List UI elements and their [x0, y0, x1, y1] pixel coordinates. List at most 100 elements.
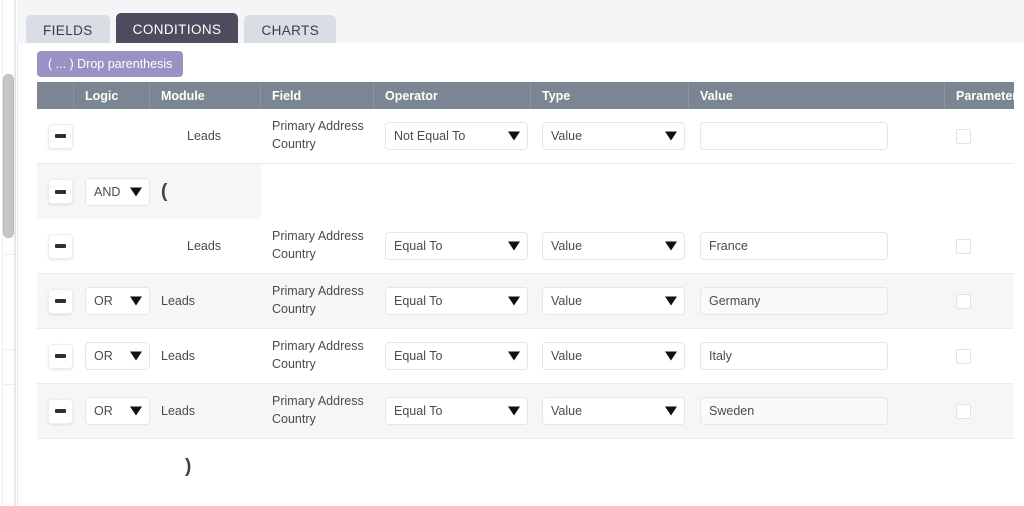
logic-select[interactable]: OR: [85, 287, 150, 315]
table-row-open-parenthesis: AND (: [37, 164, 1014, 219]
minus-icon: [55, 190, 66, 194]
row-module-cell: Leads: [150, 109, 261, 163]
row-parameter-cell: [945, 109, 1014, 163]
remove-group-button[interactable]: [48, 179, 73, 204]
module-label: Leads: [161, 404, 195, 418]
chevron-down-icon: [508, 297, 520, 306]
row-field-cell: Primary Address Country: [261, 329, 374, 383]
chevron-down-icon: [130, 187, 142, 196]
table-row: Leads Primary Address Country Not Equal …: [37, 109, 1014, 164]
drop-parenthesis-label: ( ... ) Drop parenthesis: [48, 57, 172, 71]
chevron-down-icon: [665, 407, 677, 416]
logic-select[interactable]: OR: [85, 397, 150, 425]
row-module-cell: Leads: [150, 219, 261, 273]
logic-value: OR: [94, 294, 113, 308]
row-field-cell: Primary Address Country: [261, 274, 374, 328]
operator-select[interactable]: Equal To: [385, 287, 528, 315]
value-input[interactable]: [700, 232, 888, 260]
row-logic-cell: OR: [74, 329, 150, 383]
row-value-cell: [689, 109, 945, 163]
header-action: [37, 82, 74, 109]
row-action-cell: [37, 219, 74, 273]
tab-fields-label: FIELDS: [43, 23, 93, 38]
minus-icon: [55, 244, 66, 248]
parameter-checkbox[interactable]: [956, 239, 971, 254]
logic-value: AND: [94, 185, 120, 199]
drop-parenthesis-button[interactable]: ( ... ) Drop parenthesis: [37, 51, 183, 77]
remove-condition-button[interactable]: [48, 234, 73, 259]
minus-icon: [55, 299, 66, 303]
row-module-cell: Leads: [150, 274, 261, 328]
table-row: OR Leads Primary Address Country Equal T…: [37, 384, 1014, 439]
operator-select[interactable]: Not Equal To: [385, 122, 528, 150]
header-type: Type: [531, 82, 689, 109]
row-logic-cell: OR: [74, 274, 150, 328]
header-module: Module: [150, 82, 261, 109]
operator-value: Equal To: [394, 239, 442, 253]
operator-select[interactable]: Equal To: [385, 397, 528, 425]
row-type-cell: Value: [531, 329, 689, 383]
module-label: Leads: [161, 294, 195, 308]
open-parenthesis-group: AND (: [37, 164, 261, 219]
field-label: Primary Address Country: [272, 118, 374, 154]
parameter-checkbox[interactable]: [956, 349, 971, 364]
table-row: Leads Primary Address Country Equal To V…: [37, 219, 1014, 274]
tab-conditions[interactable]: CONDITIONS: [116, 13, 239, 45]
value-input[interactable]: [700, 287, 888, 315]
chevron-down-icon: [130, 352, 142, 361]
logic-select[interactable]: AND: [85, 178, 150, 206]
chevron-down-icon: [508, 132, 520, 141]
row-field-cell: Primary Address Country: [261, 384, 374, 438]
header-parameter: Parameter: [945, 82, 1014, 109]
chevron-down-icon: [130, 407, 142, 416]
chevron-down-icon: [665, 132, 677, 141]
open-parenthesis-cell: (: [150, 182, 167, 201]
scrollbar-thumb[interactable]: [3, 74, 14, 238]
row-parameter-cell: [945, 329, 1014, 383]
field-label: Primary Address Country: [272, 228, 374, 264]
table-row: OR Leads Primary Address Country Equal T…: [37, 329, 1014, 384]
row-field-cell: Primary Address Country: [261, 219, 374, 273]
parameter-checkbox[interactable]: [956, 129, 971, 144]
value-input[interactable]: [700, 397, 888, 425]
logic-select[interactable]: OR: [85, 342, 150, 370]
operator-select[interactable]: Equal To: [385, 232, 528, 260]
remove-condition-button[interactable]: [48, 124, 73, 149]
type-select[interactable]: Value: [542, 287, 685, 315]
header-logic: Logic: [74, 82, 150, 109]
row-logic-cell: [74, 109, 150, 163]
parameter-checkbox[interactable]: [956, 294, 971, 309]
value-input[interactable]: [700, 342, 888, 370]
open-parenthesis-glyph: (: [161, 182, 167, 201]
tab-charts[interactable]: CHARTS: [244, 15, 336, 45]
header-operator: Operator: [374, 82, 531, 109]
module-label: Leads: [161, 129, 221, 143]
close-parenthesis-glyph: ): [185, 457, 191, 476]
tab-conditions-label: CONDITIONS: [133, 22, 222, 37]
remove-condition-button[interactable]: [48, 289, 73, 314]
type-select[interactable]: Value: [542, 232, 685, 260]
row-parameter-cell: [945, 274, 1014, 328]
row-type-cell: Value: [531, 384, 689, 438]
conditions-table: Logic Module Field Operator Type Value P…: [37, 82, 1014, 494]
table-row-close-parenthesis: ): [37, 439, 1014, 494]
type-select[interactable]: Value: [542, 397, 685, 425]
page-vertical-scrollbar[interactable]: [0, 0, 16, 506]
logic-value: OR: [94, 349, 113, 363]
row-operator-cell: Equal To: [374, 219, 531, 273]
value-input[interactable]: [700, 122, 888, 150]
operator-select[interactable]: Equal To: [385, 342, 528, 370]
row-parameter-cell: [945, 384, 1014, 438]
remove-condition-button[interactable]: [48, 399, 73, 424]
table-header-row: Logic Module Field Operator Type Value P…: [37, 82, 1014, 109]
parameter-checkbox[interactable]: [956, 404, 971, 419]
header-field: Field: [261, 82, 374, 109]
type-select[interactable]: Value: [542, 342, 685, 370]
row-logic-cell: [74, 219, 150, 273]
chevron-down-icon: [130, 297, 142, 306]
row-type-cell: Value: [531, 219, 689, 273]
remove-condition-button[interactable]: [48, 344, 73, 369]
operator-value: Equal To: [394, 349, 442, 363]
type-select[interactable]: Value: [542, 122, 685, 150]
tab-fields[interactable]: FIELDS: [26, 15, 110, 45]
